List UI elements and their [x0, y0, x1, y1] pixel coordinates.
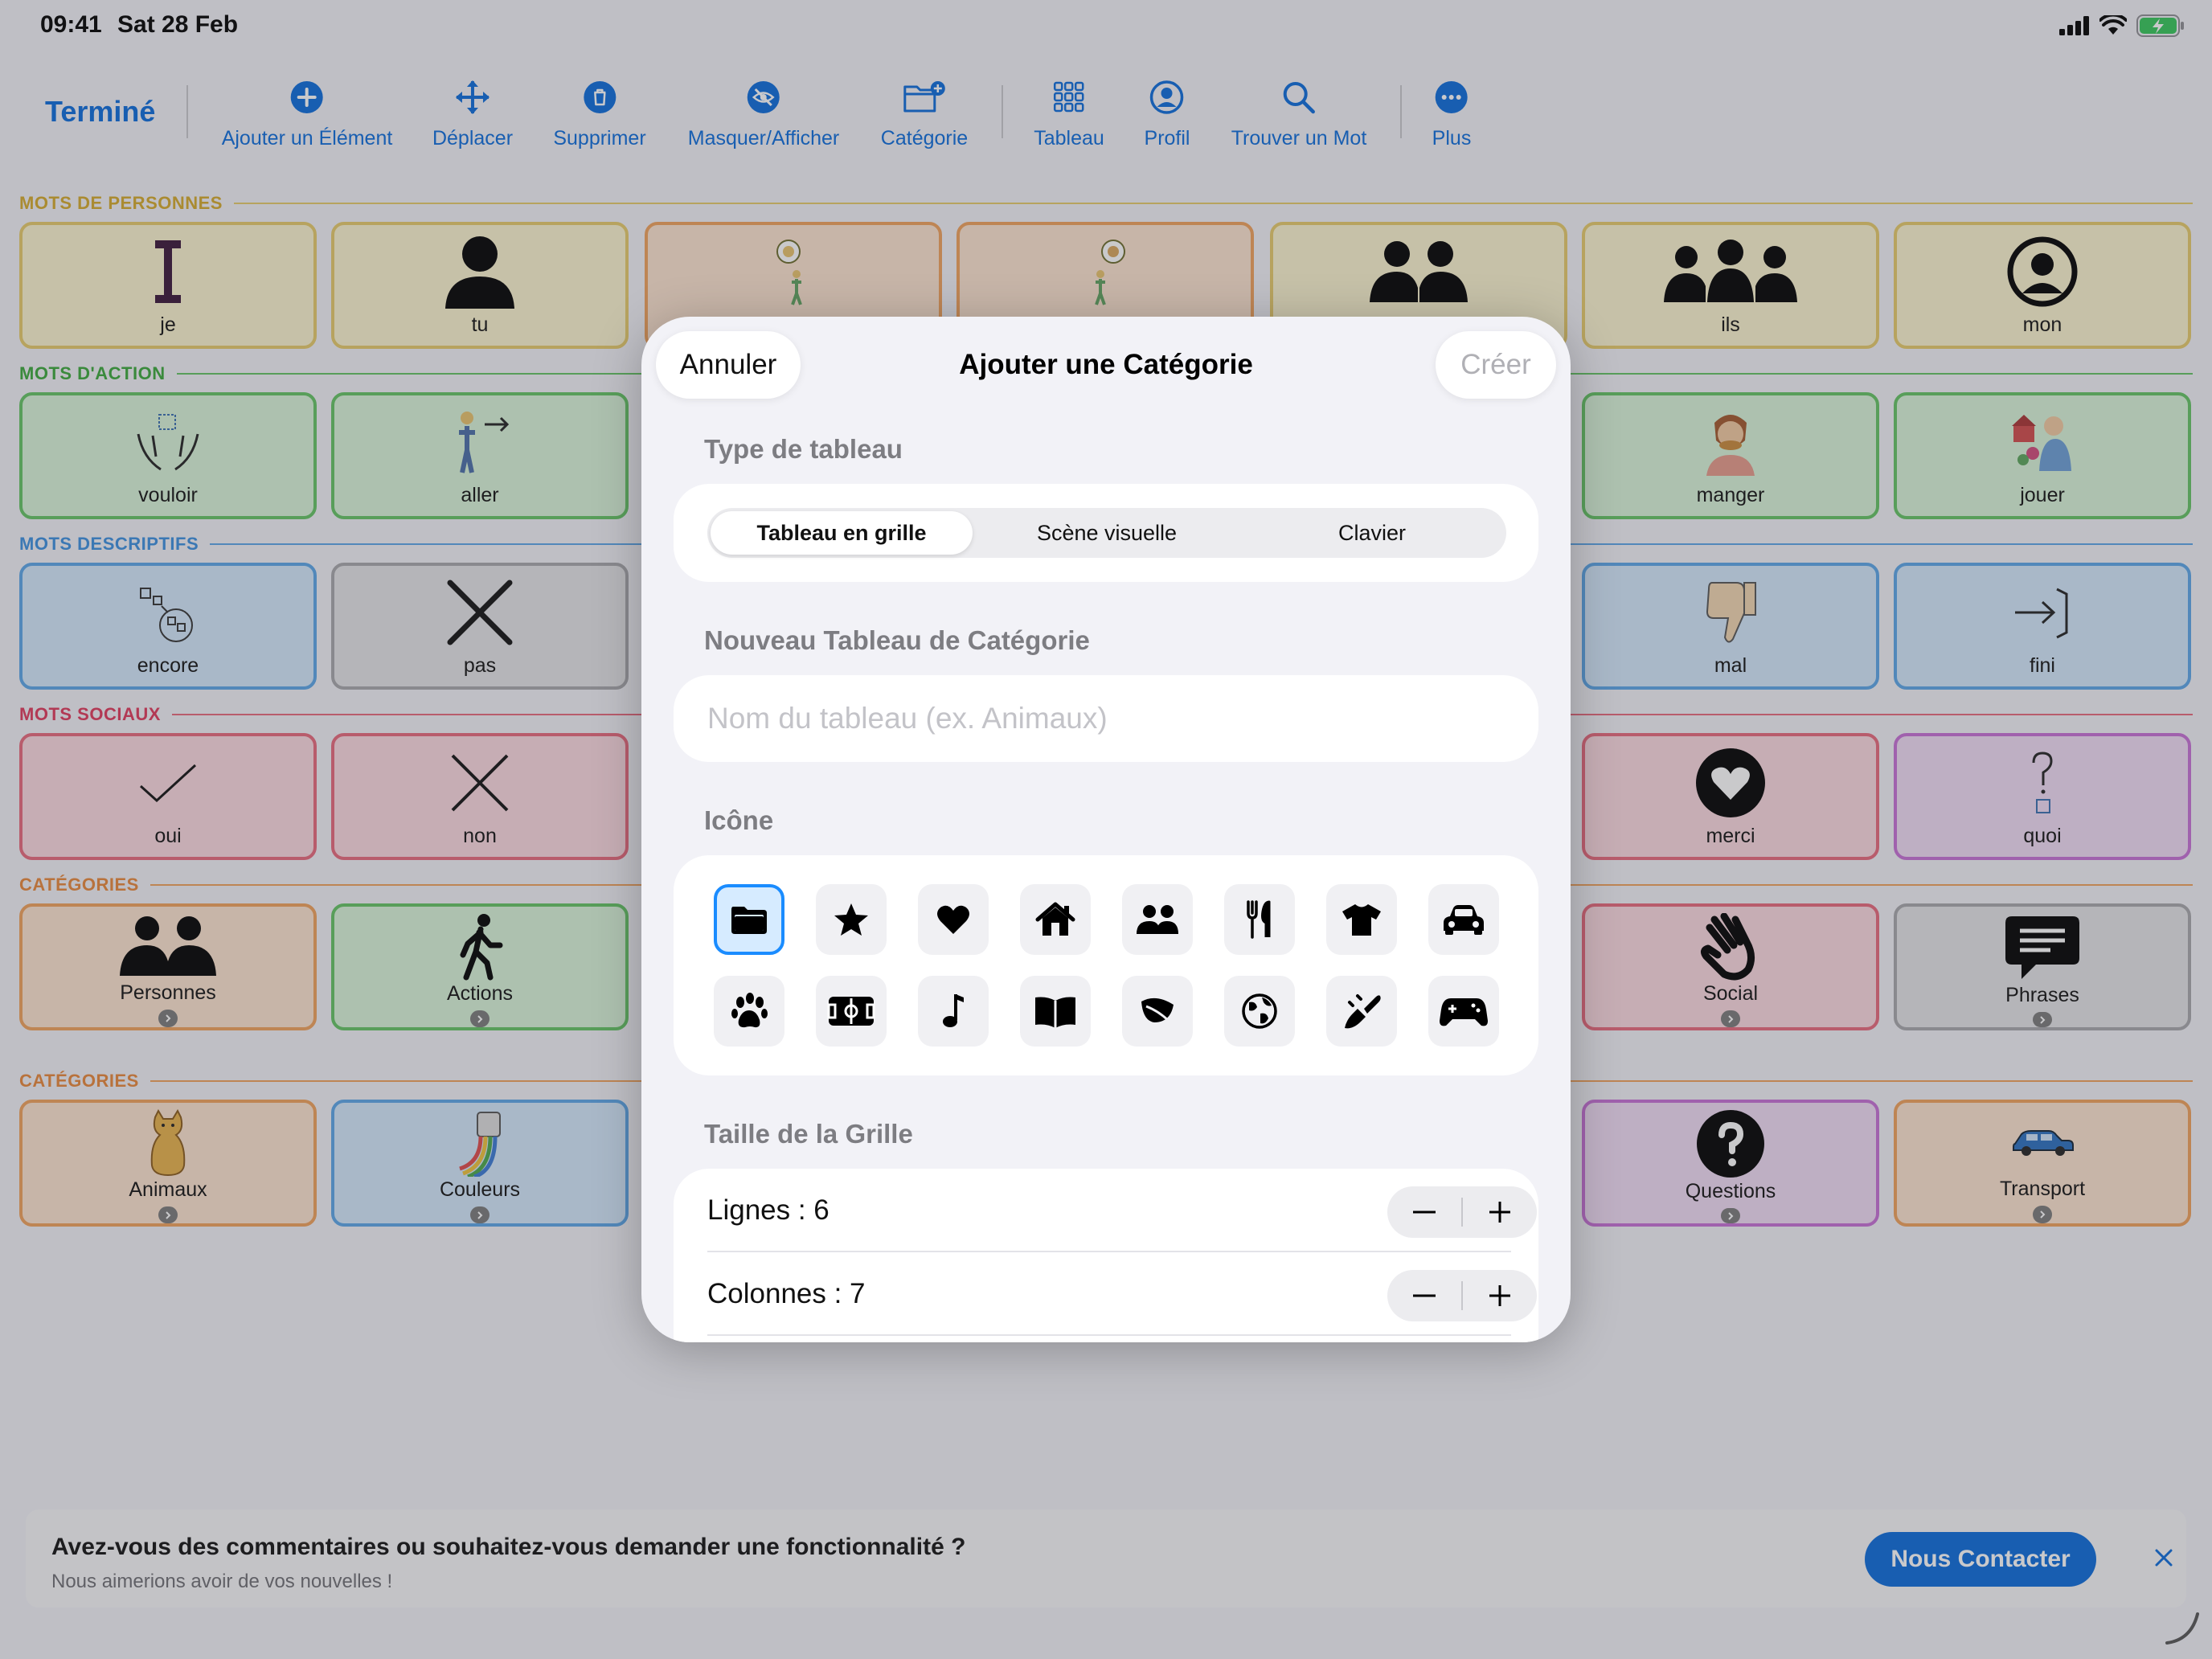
board-type-label: Type de tableau	[704, 434, 903, 464]
book-icon	[1035, 997, 1075, 1028]
columns-increment-button[interactable]	[1463, 1270, 1537, 1321]
icon-option-leaf[interactable]	[1122, 976, 1193, 1047]
plus-icon	[1489, 1202, 1510, 1223]
soccer-field-icon	[827, 997, 875, 1026]
gamecontroller-icon	[1440, 998, 1488, 1026]
music-note-icon	[943, 994, 964, 1027]
rows-increment-button[interactable]	[1463, 1186, 1537, 1238]
icon-option-star[interactable]	[816, 884, 887, 955]
icon-option-car[interactable]	[1428, 884, 1499, 955]
minus-icon	[1413, 1294, 1436, 1297]
rows-label: Lignes : 6	[707, 1194, 830, 1226]
icon-option-globe[interactable]	[1224, 976, 1295, 1047]
icon-option-paintbrush[interactable]	[1326, 976, 1397, 1047]
fork-knife-icon	[1247, 900, 1271, 939]
board-name-card	[674, 675, 1538, 762]
icon-option-house[interactable]	[1020, 884, 1091, 955]
board-type-card: Tableau en grille Scène visuelle Clavier	[674, 484, 1538, 582]
sheet-title: Ajouter une Catégorie	[959, 349, 1253, 380]
columns-stepper	[1387, 1270, 1537, 1321]
icon-option-people[interactable]	[1122, 884, 1193, 955]
leaf-icon	[1141, 997, 1174, 1024]
heart-icon	[937, 905, 969, 934]
tshirt-icon	[1342, 904, 1381, 936]
folder-icon	[731, 907, 767, 934]
people-icon	[1137, 905, 1178, 934]
paintbrush-icon	[1345, 994, 1381, 1029]
grid-size-card: Lignes : 6 Colonnes : 7	[674, 1169, 1538, 1342]
create-button[interactable]: Créer	[1436, 331, 1556, 399]
icon-option-paw[interactable]	[714, 976, 784, 1047]
star-icon	[834, 903, 868, 936]
columns-decrement-button[interactable]	[1387, 1270, 1461, 1321]
columns-label: Colonnes : 7	[707, 1278, 866, 1309]
house-icon	[1035, 902, 1075, 936]
icon-option-book[interactable]	[1020, 976, 1091, 1047]
board-name-input[interactable]	[674, 675, 1538, 762]
board-type-segmented-control: Tableau en grille Scène visuelle Clavier	[707, 508, 1506, 558]
icon-option-music-note[interactable]	[918, 976, 989, 1047]
rows-decrement-button[interactable]	[1387, 1186, 1461, 1238]
icon-option-fork-knife[interactable]	[1224, 884, 1295, 955]
plus-icon	[1489, 1285, 1510, 1306]
icon-label: Icône	[704, 805, 774, 835]
car-icon	[1444, 905, 1484, 935]
segment-keyboard[interactable]: Clavier	[1241, 511, 1503, 555]
add-category-sheet: Annuler Ajouter une Catégorie Créer Type…	[641, 317, 1571, 1342]
segment-visual-scene[interactable]: Scène visuelle	[976, 511, 1238, 555]
icon-option-folder[interactable]	[714, 884, 784, 955]
icon-option-soccer-field[interactable]	[816, 976, 887, 1047]
icon-picker-card	[674, 855, 1538, 1075]
grid-size-label: Taille de la Grille	[704, 1119, 913, 1149]
icon-option-heart[interactable]	[918, 884, 989, 955]
paw-icon	[731, 993, 768, 1028]
segment-grid-board[interactable]: Tableau en grille	[711, 511, 973, 555]
new-board-label: Nouveau Tableau de Catégorie	[704, 625, 1090, 655]
minus-icon	[1413, 1210, 1436, 1214]
globe-icon	[1242, 993, 1277, 1029]
icon-option-gamecontroller[interactable]	[1428, 976, 1499, 1047]
rows-stepper	[1387, 1186, 1537, 1238]
icon-option-tshirt[interactable]	[1326, 884, 1397, 955]
